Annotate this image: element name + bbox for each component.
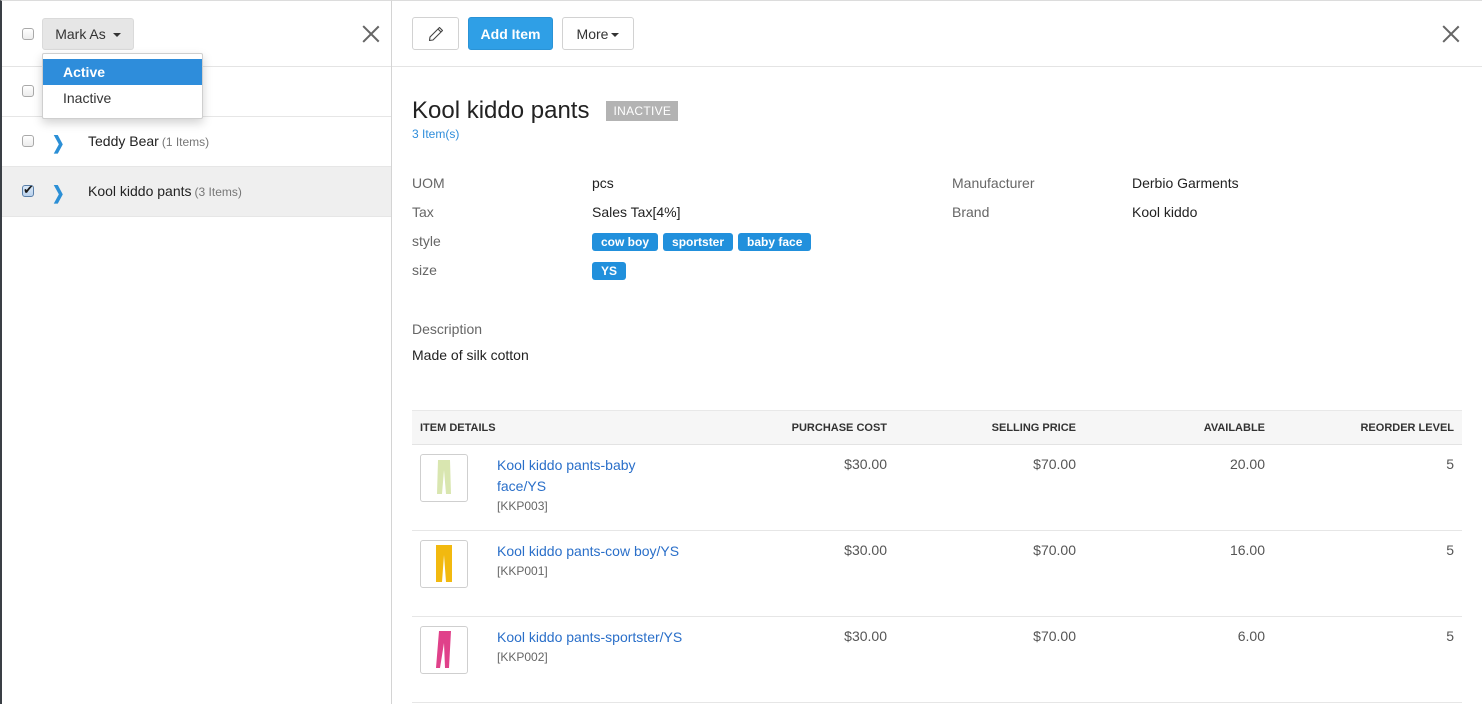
chevron-right-icon[interactable]: ❯ bbox=[52, 182, 65, 203]
menu-item-inactive[interactable]: Inactive bbox=[43, 85, 202, 111]
chevron-right-icon[interactable]: ❯ bbox=[52, 132, 65, 153]
header-available: AVAILABLE bbox=[1084, 410, 1273, 445]
header-purchase-cost: PURCHASE COST bbox=[712, 410, 895, 445]
size-tags: YS bbox=[592, 262, 631, 280]
item-name-link[interactable]: Kool kiddo pants-cow boy/YS bbox=[497, 541, 679, 562]
table-header-row: ITEM DETAILS PURCHASE COST SELLING PRICE… bbox=[412, 410, 1462, 445]
group-name-wrap[interactable]: Kool kiddo pants (3 Items) bbox=[88, 183, 242, 199]
pants-icon bbox=[437, 460, 451, 494]
selling-price: $70.00 bbox=[895, 616, 1084, 703]
item-name-link[interactable]: Kool kiddo pants-sportster/YS bbox=[497, 627, 682, 648]
list-item-selected[interactable]: ❯ Kool kiddo pants(3 Items) bbox=[2, 167, 391, 217]
attr-label-style: style bbox=[412, 233, 441, 249]
group-name: Teddy Bear bbox=[88, 133, 159, 149]
table-row: Kool kiddo pants-cow boy/YS [KKP001] $30… bbox=[412, 530, 1462, 617]
item-count-link[interactable]: 3 Item(s) bbox=[412, 127, 459, 141]
table-row: Kool kiddo pants-sportster/YS [KKP002] $… bbox=[412, 616, 1462, 703]
attr-label-tax: Tax bbox=[412, 204, 434, 220]
more-button[interactable]: More bbox=[562, 17, 634, 50]
header-reorder-level: REORDER LEVEL bbox=[1273, 410, 1462, 445]
reorder-level: 5 bbox=[1273, 616, 1462, 703]
item-detail-pane: Add Item More Kool kiddo pants INACTIVE … bbox=[392, 0, 1482, 704]
item-title: Kool kiddo pants bbox=[412, 97, 590, 124]
reorder-level: 5 bbox=[1273, 444, 1462, 531]
table-row: Kool kiddo pants-baby face/YS [KKP003] $… bbox=[412, 444, 1462, 531]
mark-as-dropdown-menu: Active Inactive bbox=[42, 53, 203, 119]
list-item[interactable]: ❯ Teddy Bear (1 Items) bbox=[2, 117, 391, 167]
close-list-icon[interactable] bbox=[362, 25, 380, 43]
item-thumbnail[interactable] bbox=[420, 540, 468, 588]
selling-price: $70.00 bbox=[895, 530, 1084, 617]
tag-sportster: sportster bbox=[663, 233, 734, 251]
pants-icon bbox=[436, 631, 451, 668]
select-all-checkbox[interactable] bbox=[22, 28, 34, 40]
header-item-details: ITEM DETAILS bbox=[412, 410, 712, 445]
tag-baby-face: baby face bbox=[738, 233, 812, 251]
item-sku: [KKP001] bbox=[497, 564, 548, 578]
attr-label-brand: Brand bbox=[952, 204, 990, 220]
purchase-cost: $30.00 bbox=[712, 530, 895, 617]
selling-price: $70.00 bbox=[895, 444, 1084, 531]
row-checkbox[interactable] bbox=[22, 85, 34, 97]
reorder-level: 5 bbox=[1273, 530, 1462, 617]
item-sku: [KKP003] bbox=[497, 499, 548, 513]
description-value: Made of silk cotton bbox=[412, 347, 529, 363]
group-count: (3 Items) bbox=[194, 185, 242, 199]
attr-label-manufacturer: Manufacturer bbox=[952, 175, 1035, 191]
edit-button[interactable] bbox=[412, 17, 459, 50]
attr-label-uom: UOM bbox=[412, 175, 445, 191]
attr-value-manufacturer: Derbio Garments bbox=[1132, 175, 1239, 191]
item-sku: [KKP002] bbox=[497, 650, 548, 664]
pencil-icon bbox=[428, 26, 443, 41]
group-count: (1 Items) bbox=[161, 135, 210, 149]
group-name-wrap[interactable]: Teddy Bear (1 Items) bbox=[88, 133, 209, 149]
title-row: Kool kiddo pants INACTIVE bbox=[412, 97, 679, 125]
caret-down-icon bbox=[611, 32, 620, 37]
pants-icon bbox=[436, 545, 452, 582]
item-group-list-pane: Mark As ❯ Teddy Bear(1 Items) ❯ Kool kid… bbox=[0, 0, 392, 704]
available-qty: 20.00 bbox=[1084, 444, 1273, 531]
tag-ys: YS bbox=[592, 262, 627, 280]
available-qty: 16.00 bbox=[1084, 530, 1273, 617]
row-checkbox-checked[interactable] bbox=[22, 182, 34, 198]
available-qty: 6.00 bbox=[1084, 616, 1273, 703]
more-label: More bbox=[576, 25, 609, 42]
attr-value-brand: Kool kiddo bbox=[1132, 204, 1198, 220]
item-details-cell: Kool kiddo pants-baby face/YS [KKP003] bbox=[412, 444, 712, 531]
mark-as-label: Mark As bbox=[55, 26, 106, 42]
status-badge: INACTIVE bbox=[606, 101, 679, 121]
group-name: Kool kiddo pants bbox=[88, 183, 192, 199]
item-details-cell: Kool kiddo pants-sportster/YS [KKP002] bbox=[412, 616, 712, 703]
detail-toolbar: Add Item More bbox=[392, 1, 1482, 67]
attr-value-uom: pcs bbox=[592, 175, 614, 191]
attr-label-size: size bbox=[412, 262, 437, 278]
item-name-link[interactable]: Kool kiddo pants-baby face/YS bbox=[497, 455, 677, 497]
variant-items-table: ITEM DETAILS PURCHASE COST SELLING PRICE… bbox=[412, 410, 1462, 703]
attr-value-tax: Sales Tax[4%] bbox=[592, 204, 681, 220]
style-tags: cow boy sportster baby face bbox=[592, 233, 816, 251]
caret-down-icon bbox=[112, 33, 121, 37]
menu-item-active[interactable]: Active bbox=[43, 59, 202, 85]
tag-cow-boy: cow boy bbox=[592, 233, 659, 251]
add-item-button[interactable]: Add Item bbox=[468, 17, 553, 50]
close-detail-icon[interactable] bbox=[1442, 25, 1460, 43]
purchase-cost: $30.00 bbox=[712, 616, 895, 703]
header-selling-price: SELLING PRICE bbox=[895, 410, 1084, 445]
item-thumbnail[interactable] bbox=[420, 454, 468, 502]
description-label: Description bbox=[412, 321, 483, 337]
row-checkbox[interactable] bbox=[22, 135, 34, 147]
item-details-cell: Kool kiddo pants-cow boy/YS [KKP001] bbox=[412, 530, 712, 617]
purchase-cost: $30.00 bbox=[712, 444, 895, 531]
mark-as-button[interactable]: Mark As bbox=[42, 18, 134, 50]
item-thumbnail[interactable] bbox=[420, 626, 468, 674]
